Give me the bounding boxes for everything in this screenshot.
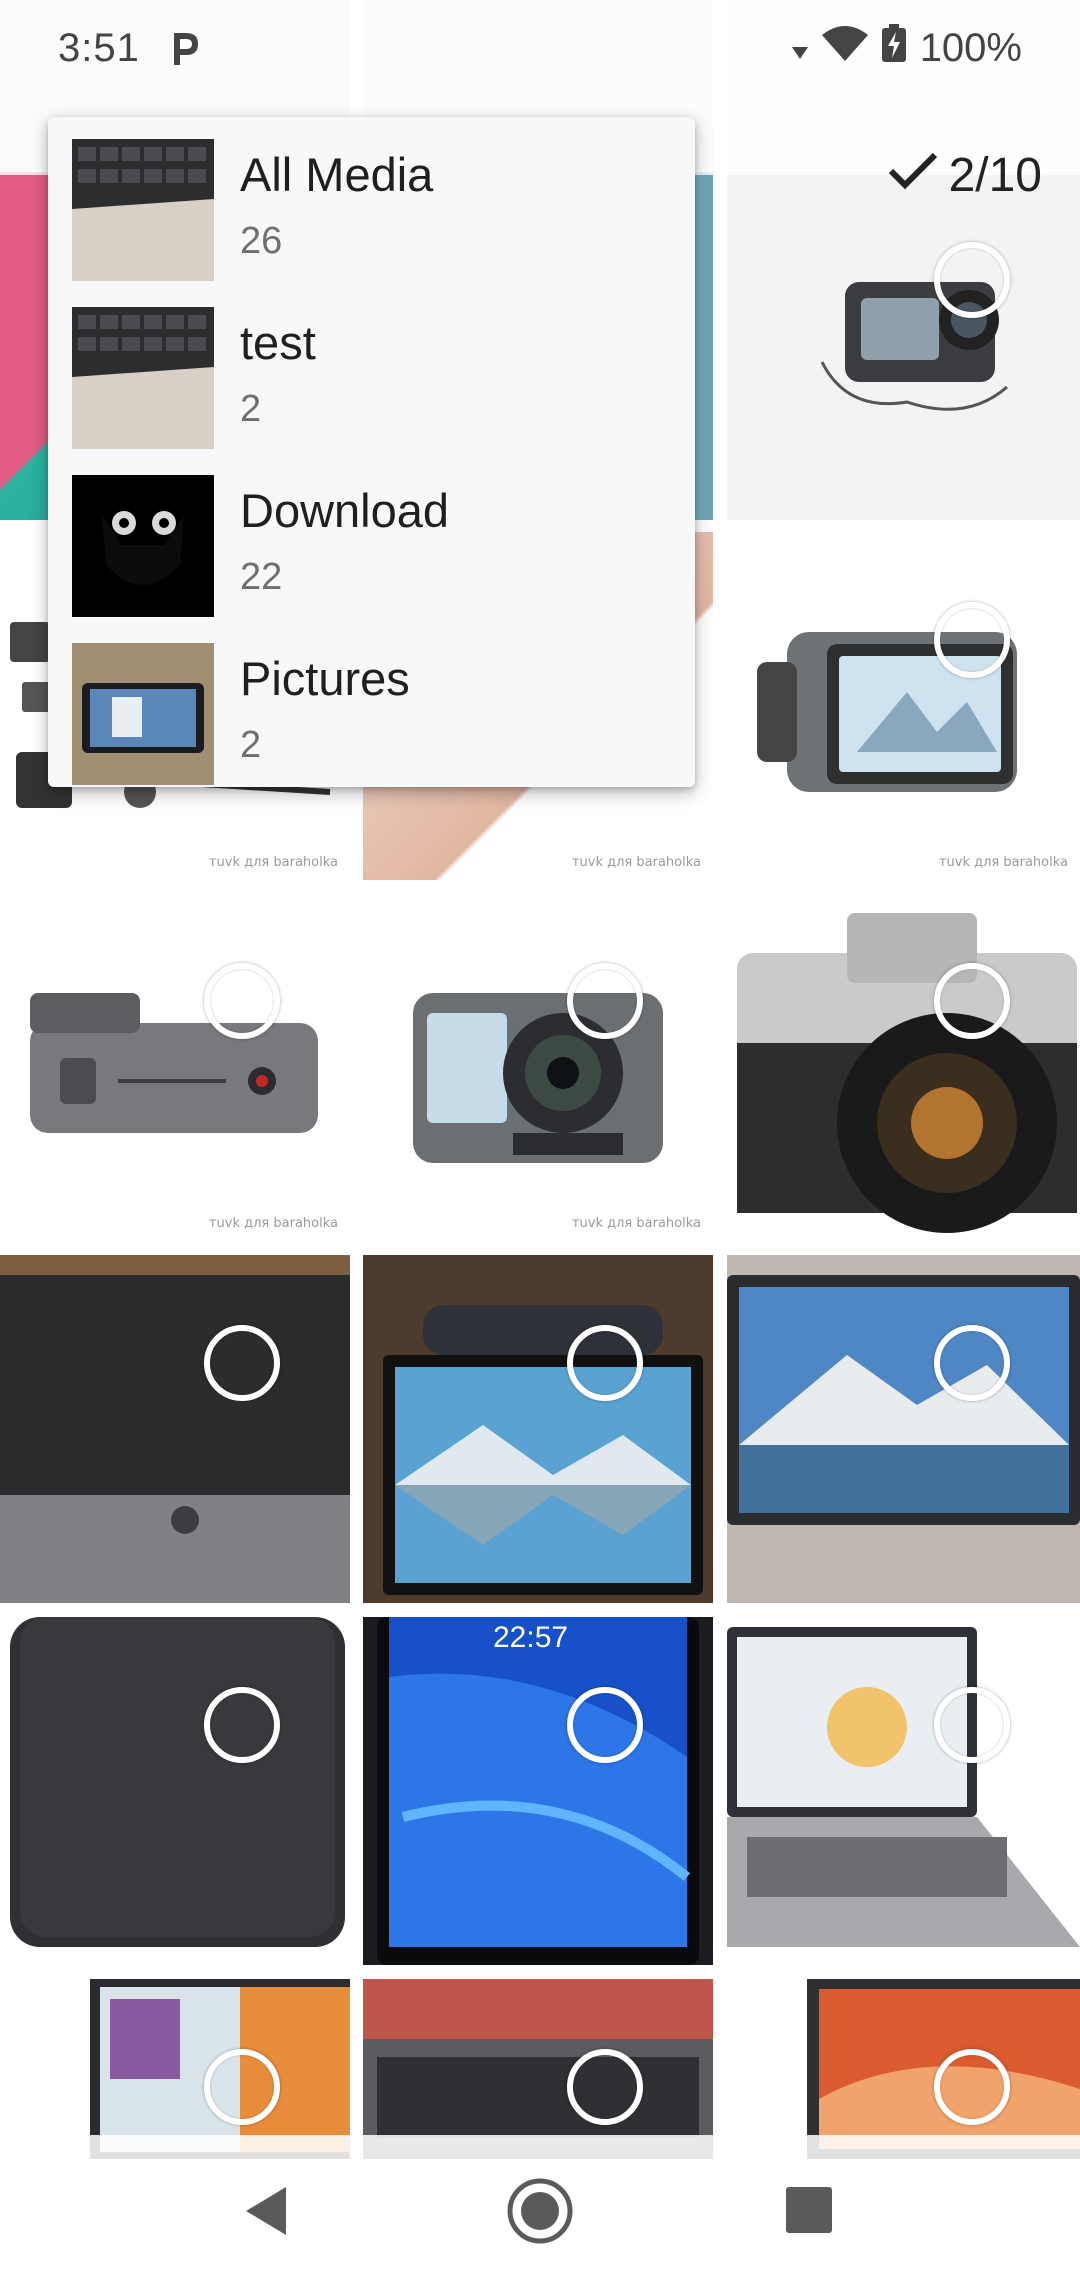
album-name: All Media <box>240 148 434 201</box>
selection-count-text: 2/10 <box>948 149 1042 202</box>
watermark-text: тuvk для baraholka <box>938 855 1068 870</box>
select-circle[interactable] <box>934 1325 1010 1401</box>
album-dropdown-menu: All Media 26 test 2 Download 22 Pictures… <box>48 117 695 787</box>
photo-tile[interactable] <box>363 1255 713 1603</box>
album-thumbnail <box>72 139 214 281</box>
home-circle-icon[interactable] <box>502 2173 578 2249</box>
select-circle[interactable] <box>567 963 643 1039</box>
tablet-back-image <box>0 1255 350 1603</box>
watermark-text: тuvk для baraholka <box>208 855 338 870</box>
photo-tile[interactable] <box>727 1617 1080 1965</box>
status-indicators: 100% <box>791 24 1022 72</box>
album-thumbnail <box>72 643 214 785</box>
album-count: 22 <box>240 556 283 598</box>
select-circle[interactable] <box>934 2049 1010 2125</box>
film-camera-image <box>737 913 1077 1233</box>
album-thumbnail <box>72 307 214 449</box>
select-circle[interactable] <box>204 2049 280 2125</box>
album-item-pictures[interactable]: Pictures 2 <box>48 631 695 799</box>
album-name: test <box>240 316 316 369</box>
album-item-test[interactable]: test 2 <box>48 295 695 463</box>
photo-tile[interactable] <box>0 1617 350 1965</box>
svg-text:22:57: 22:57 <box>493 1621 568 1654</box>
p-icon <box>168 29 202 67</box>
photo-tile[interactable] <box>727 893 1080 1241</box>
battery-percent: 100% <box>919 25 1022 70</box>
album-thumbnail <box>72 475 214 617</box>
select-circle[interactable] <box>204 963 280 1039</box>
watermark-text: тuvk для baraholka <box>571 1216 701 1231</box>
watermark-text: тuvk для baraholka <box>208 1216 338 1231</box>
select-circle[interactable] <box>934 242 1010 318</box>
select-circle[interactable] <box>204 1325 280 1401</box>
navigation-bar <box>0 2135 1080 2280</box>
wifi-icon <box>821 25 868 71</box>
action-camera-side-image <box>30 993 318 1133</box>
status-bar: 3:51 100% <box>0 0 1080 96</box>
tablet-screen-image <box>363 1255 713 1603</box>
laptop-image <box>727 1627 1080 1947</box>
photo-tile[interactable]: 22:57 <box>363 1617 713 1965</box>
album-item-all-media[interactable]: All Media 26 <box>48 127 695 295</box>
signal-triangle-icon <box>791 26 808 71</box>
album-name: Pictures <box>240 652 410 705</box>
photo-tile[interactable]: тuvk для baraholka <box>727 532 1080 880</box>
tablet-landscape-image <box>727 1255 1080 1603</box>
select-circle[interactable] <box>934 963 1010 1039</box>
watermark-text: тuvk для baraholka <box>571 855 701 870</box>
album-name: Download <box>240 484 450 537</box>
photo-tile[interactable]: тuvk для baraholka <box>0 893 350 1241</box>
select-circle[interactable] <box>204 1687 280 1763</box>
select-circle[interactable] <box>567 1325 643 1401</box>
check-icon <box>887 148 939 203</box>
tablet-blue-screen-image: 22:57 <box>363 1617 713 1965</box>
select-circle[interactable] <box>567 2049 643 2125</box>
album-count: 2 <box>240 388 262 430</box>
action-camera-rear-image <box>757 632 1017 792</box>
recents-square-icon[interactable] <box>772 2173 848 2249</box>
media-picker-screen: тuvk для baraholka тuvk для baraholka тu… <box>0 0 1080 2280</box>
select-circle[interactable] <box>934 602 1010 678</box>
album-count: 2 <box>240 724 262 766</box>
photo-tile[interactable] <box>727 172 1080 520</box>
back-triangle-icon[interactable] <box>230 2173 306 2249</box>
album-count: 26 <box>240 220 283 262</box>
album-item-download[interactable]: Download 22 <box>48 463 695 631</box>
action-camera-box-image <box>727 172 1080 520</box>
selection-counter[interactable]: 2/10 <box>887 148 1042 203</box>
photo-tile[interactable] <box>727 1255 1080 1603</box>
photo-tile[interactable]: тuvk для baraholka <box>363 893 713 1241</box>
select-circle[interactable] <box>934 1687 1010 1763</box>
phone-back-image <box>10 1617 345 1947</box>
photo-tile[interactable] <box>0 1255 350 1603</box>
select-circle[interactable] <box>567 1687 643 1763</box>
status-time: 3:51 <box>58 25 140 70</box>
action-camera-front-image <box>413 993 663 1163</box>
battery-charging-icon <box>881 24 906 72</box>
